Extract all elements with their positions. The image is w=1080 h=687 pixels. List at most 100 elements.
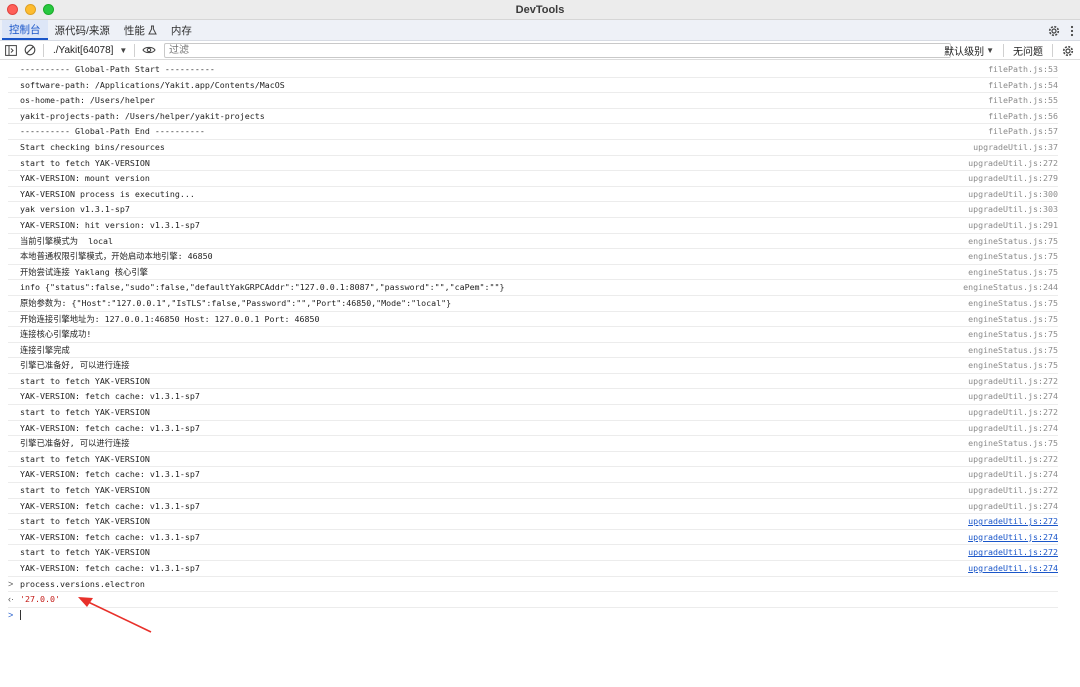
close-window-button[interactable] — [7, 4, 18, 15]
settings-gear-icon[interactable] — [1048, 25, 1060, 37]
log-row: info {"status":false,"sudo":false,"defau… — [8, 280, 1058, 296]
log-message: YAK-VERSION process is executing... — [20, 188, 195, 199]
log-source-link[interactable]: engineStatus.js:75 — [968, 312, 1058, 327]
flask-icon — [148, 25, 157, 35]
log-source-link[interactable]: engineStatus.js:75 — [968, 358, 1058, 373]
console-settings-gear-icon[interactable] — [1062, 45, 1074, 57]
log-row: 连接核心引擎成功! engineStatus.js:75 — [8, 327, 1058, 343]
log-message: YAK-VERSION: fetch cache: v1.3.1-sp7 — [20, 500, 200, 511]
log-row: software-path: /Applications/Yakit.app/C… — [8, 78, 1058, 94]
log-source-link[interactable]: engineStatus.js:75 — [968, 234, 1058, 249]
log-source-link[interactable]: upgradeUtil.js:303 — [968, 202, 1058, 217]
result-row: ‹· '27.0.0' — [8, 592, 1058, 608]
tab-memory[interactable]: 内存 — [164, 20, 199, 40]
log-source-link[interactable]: upgradeUtil.js:274 — [968, 561, 1058, 576]
log-row: ---------- Global-Path End ---------- fil… — [8, 124, 1058, 140]
toolbar-divider — [43, 43, 44, 57]
log-message: 本地普通权限引擎模式，开始启动本地引擎: 46850 — [20, 251, 213, 262]
log-source-link[interactable]: upgradeUtil.js:272 — [968, 156, 1058, 171]
log-levels-dropdown[interactable]: 默认级别 ▼ — [944, 43, 994, 58]
log-row: Start checking bins/resources upgradeUtil… — [8, 140, 1058, 156]
toolbar-divider — [1052, 44, 1053, 57]
log-message: 开始尝试连接 Yaklang 核心引擎 — [20, 266, 148, 277]
log-message: 连接引擎完成 — [20, 344, 70, 355]
log-source-link[interactable]: upgradeUtil.js:274 — [968, 499, 1058, 514]
filter-input[interactable] — [164, 43, 951, 58]
log-message: 原始参数为: {"Host":"127.0.0.1","IsTLS":false… — [20, 297, 452, 308]
log-source-link[interactable]: upgradeUtil.js:272 — [968, 452, 1058, 467]
log-source-link[interactable]: filePath.js:55 — [988, 93, 1058, 108]
log-list: ---------- Global-Path Start ---------- f… — [0, 62, 1080, 577]
log-message: start to fetch YAK-VERSION — [20, 516, 150, 527]
log-message: yak version v1.3.1-sp7 — [20, 204, 130, 215]
log-source-link[interactable]: upgradeUtil.js:274 — [968, 389, 1058, 404]
context-label: ./Yakit[64078] — [53, 44, 114, 56]
maximize-window-button[interactable] — [43, 4, 54, 15]
log-source-link[interactable]: upgradeUtil.js:300 — [968, 187, 1058, 202]
log-message: 开始连接引擎地址为: 127.0.0.1:46850 Host: 127.0.0… — [20, 313, 320, 324]
log-row: start to fetch YAK-VERSION upgradeUtil.js… — [8, 483, 1058, 499]
log-row: start to fetch YAK-VERSION upgradeUtil.js… — [8, 156, 1058, 172]
log-source-link[interactable]: upgradeUtil.js:274 — [968, 467, 1058, 482]
log-source-link[interactable]: upgradeUtil.js:272 — [968, 374, 1058, 389]
log-source-link[interactable]: filePath.js:57 — [988, 124, 1058, 139]
log-message: info {"status":false,"sudo":false,"defau… — [20, 282, 505, 293]
console-toolbar: ./Yakit[64078] ▼ 默认级别 ▼ 无问题 — [0, 41, 1080, 60]
console-output[interactable]: ---------- Global-Path Start ---------- f… — [0, 62, 1080, 687]
log-source-link[interactable]: engineStatus.js:75 — [968, 296, 1058, 311]
log-source-link[interactable]: upgradeUtil.js:272 — [968, 405, 1058, 420]
log-row: 当前引擎模式为 local engineStatus.js:75 — [8, 234, 1058, 250]
log-source-link[interactable]: upgradeUtil.js:272 — [968, 545, 1058, 560]
log-message: ---------- Global-Path Start ---------- — [20, 64, 215, 74]
log-source-link[interactable]: filePath.js:56 — [988, 109, 1058, 124]
log-row: 本地普通权限引擎模式，开始启动本地引擎: 46850 engineStatus.j… — [8, 249, 1058, 265]
tab-console[interactable]: 控制台 — [2, 20, 48, 40]
prompt-cursor — [20, 608, 21, 623]
log-row: 引擎已准备好, 可以进行连接 engineStatus.js:75 — [8, 436, 1058, 452]
log-source-link[interactable]: upgradeUtil.js:37 — [973, 140, 1058, 155]
more-options-icon[interactable] — [1070, 25, 1074, 37]
log-row: start to fetch YAK-VERSION upgradeUtil.js… — [8, 405, 1058, 421]
log-message: 连接核心引擎成功! — [20, 329, 92, 340]
log-source-link[interactable]: engineStatus.js:75 — [968, 436, 1058, 451]
tab-sources[interactable]: 源代码/来源 — [48, 20, 117, 40]
log-source-link[interactable]: filePath.js:54 — [988, 78, 1058, 93]
panel-tabbar: 控制台 源代码/来源 性能 内存 — [0, 20, 1080, 41]
log-message: YAK-VERSION: fetch cache: v1.3.1-sp7 — [20, 563, 200, 573]
log-source-link[interactable]: engineStatus.js:75 — [968, 327, 1058, 342]
log-row: start to fetch YAK-VERSION upgradeUtil.js… — [8, 545, 1058, 561]
traffic-lights — [0, 4, 54, 15]
log-row: YAK-VERSION: fetch cache: v1.3.1-sp7 upgr… — [8, 499, 1058, 515]
log-row: YAK-VERSION: fetch cache: v1.3.1-sp7 upgr… — [8, 561, 1058, 577]
clear-console-icon[interactable] — [24, 44, 36, 56]
log-source-link[interactable]: upgradeUtil.js:279 — [968, 171, 1058, 186]
toolbar-divider — [1003, 44, 1004, 57]
console-prompt[interactable]: > — [8, 608, 1058, 624]
chevron-right-icon: > — [8, 578, 14, 589]
log-row: 开始尝试连接 Yaklang 核心引擎 engineStatus.js:75 — [8, 265, 1058, 281]
log-source-link[interactable]: engineStatus.js:75 — [968, 265, 1058, 280]
eye-icon[interactable] — [142, 45, 156, 55]
log-row: YAK-VERSION: fetch cache: v1.3.1-sp7 upgr… — [8, 467, 1058, 484]
log-row: YAK-VERSION: mount version upgradeUtil.js… — [8, 171, 1058, 187]
minimize-window-button[interactable] — [25, 4, 36, 15]
sidebar-toggle-icon[interactable] — [5, 44, 17, 56]
log-source-link[interactable]: upgradeUtil.js:274 — [968, 530, 1058, 545]
tab-performance[interactable]: 性能 — [117, 20, 164, 40]
result-value[interactable]: '27.0.0' — [20, 592, 60, 607]
context-selector[interactable]: ./Yakit[64078] ▼ — [53, 45, 127, 56]
log-source-link[interactable]: filePath.js:53 — [988, 62, 1058, 77]
command-text: process.versions.electron — [20, 578, 145, 589]
log-source-link[interactable]: upgradeUtil.js:272 — [968, 514, 1058, 529]
log-message: yakit-projects-path: /Users/helper/yakit… — [20, 110, 265, 121]
log-message: 引擎已准备好, 可以进行连接 — [20, 360, 130, 371]
log-source-link[interactable]: engineStatus.js:75 — [968, 249, 1058, 264]
log-source-link[interactable]: upgradeUtil.js:274 — [968, 421, 1058, 436]
issues-button[interactable]: 无问题 — [1013, 43, 1043, 58]
log-source-link[interactable]: engineStatus.js:244 — [963, 280, 1058, 295]
log-message: start to fetch YAK-VERSION — [20, 453, 150, 464]
log-message: 当前引擎模式为 local — [20, 235, 114, 246]
log-source-link[interactable]: engineStatus.js:75 — [968, 343, 1058, 358]
log-source-link[interactable]: upgradeUtil.js:291 — [968, 218, 1058, 233]
log-source-link[interactable]: upgradeUtil.js:272 — [968, 483, 1058, 498]
